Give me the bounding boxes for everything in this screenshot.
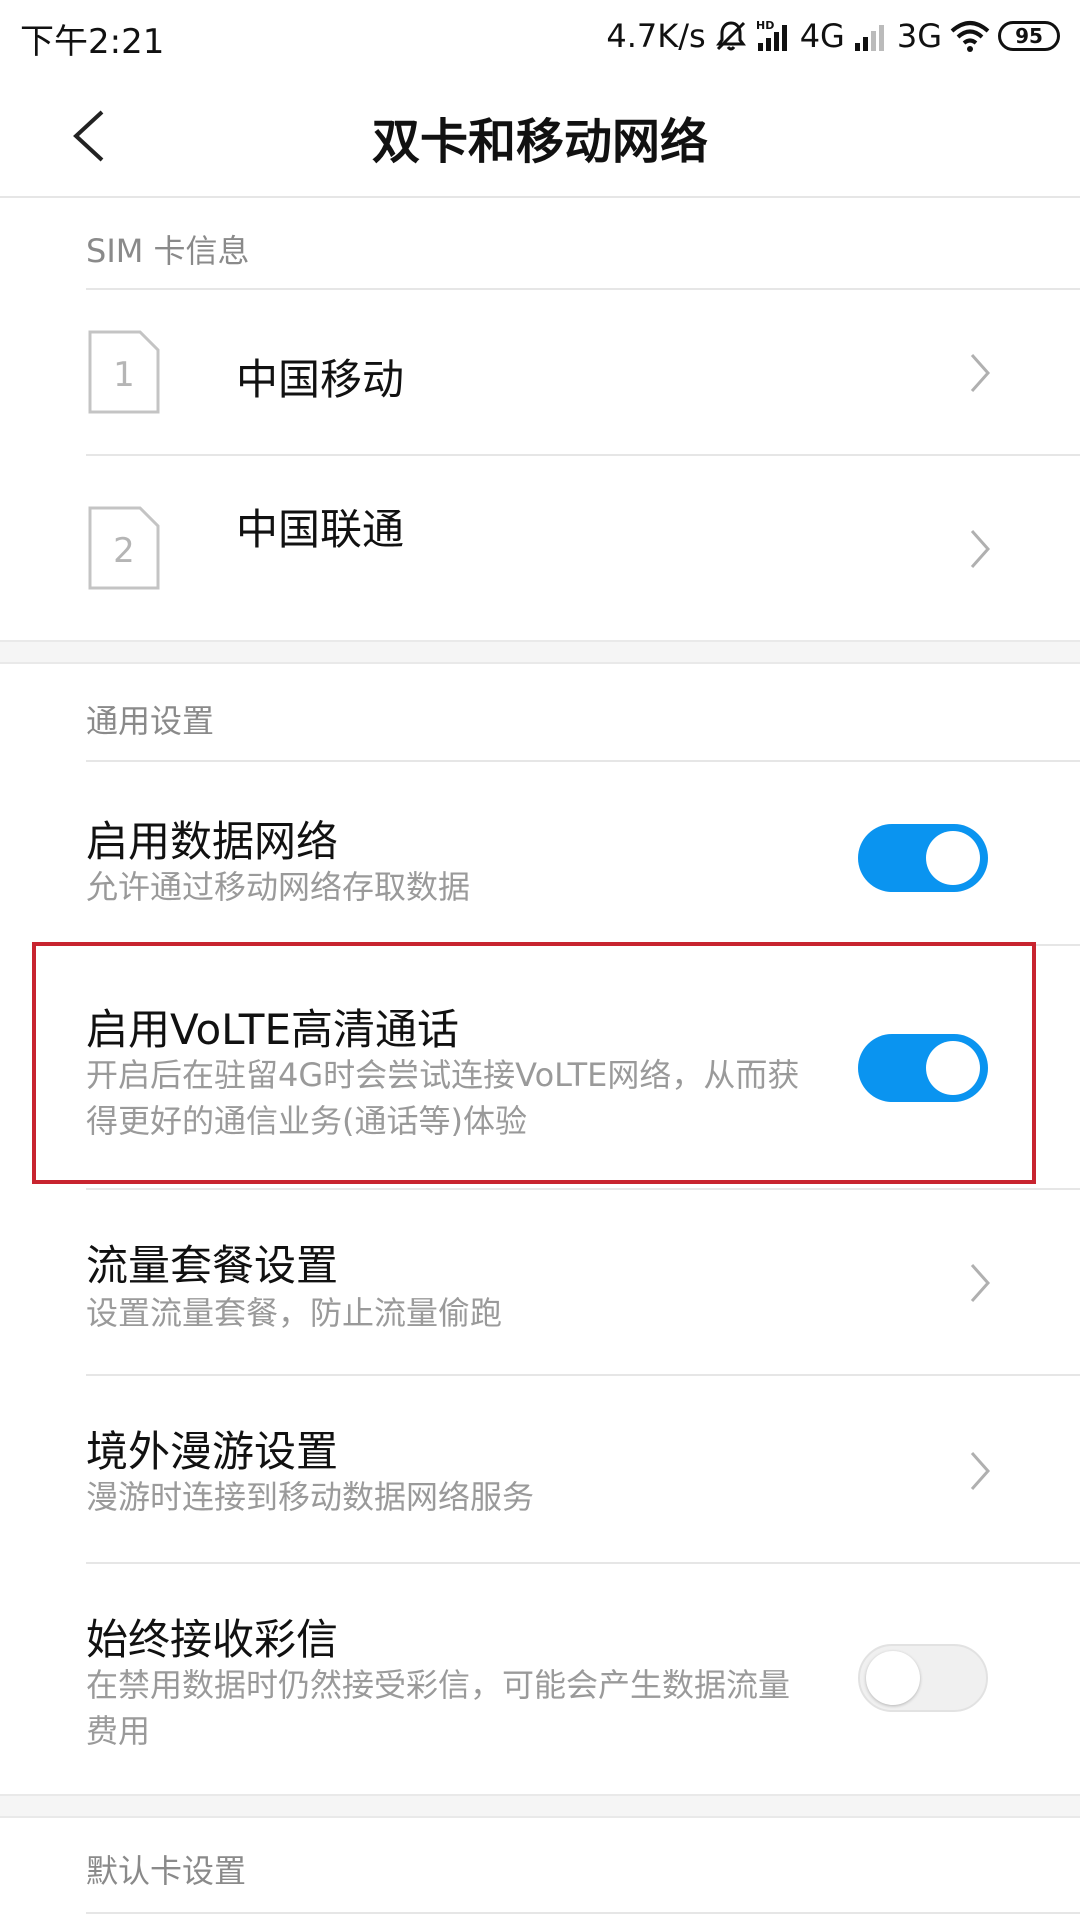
page-title: 双卡和移动网络	[371, 114, 708, 170]
chevron-right-icon	[968, 1450, 992, 1492]
setting-description: 允许通过移动网络存取数据	[86, 868, 471, 906]
status-icons: 4.7K/s HD 4G 3G 95	[606, 12, 1060, 60]
chevron-right-icon	[968, 528, 992, 570]
battery-level: 95	[1015, 24, 1043, 48]
sim-card-icon: 2	[86, 504, 162, 592]
signal-icon	[853, 19, 889, 53]
header: 双卡和移动网络	[0, 72, 1080, 196]
setting-title: 启用数据网络	[86, 817, 339, 866]
data-network-toggle[interactable]	[858, 824, 988, 892]
chevron-right-icon	[968, 1262, 992, 1304]
settings-page: 下午2:21 4.7K/s HD 4G 3G 95 双卡和移动网络 SIM 卡信…	[0, 0, 1080, 1920]
default-section-title: 默认卡设置	[86, 1852, 247, 1890]
setting-title: 始终接收彩信	[86, 1615, 339, 1664]
mms-toggle[interactable]	[858, 1644, 988, 1712]
sim-carrier-name: 中国移动	[236, 355, 405, 404]
svg-text:HD: HD	[756, 19, 774, 32]
hd-signal-icon: HD	[756, 19, 792, 53]
sim-carrier-name: 中国联通	[236, 505, 405, 554]
mute-icon	[714, 19, 748, 53]
status-bar: 下午2:21 4.7K/s HD 4G 3G 95	[0, 0, 1080, 72]
svg-text:1: 1	[113, 355, 135, 395]
setting-title: 境外漫游设置	[86, 1427, 339, 1476]
highlight-annotation-box	[32, 942, 1036, 1184]
section-separator	[0, 640, 1080, 664]
toggle-knob	[926, 831, 980, 885]
setting-enable-data[interactable]: 启用数据网络 允许通过移动网络存取数据	[0, 762, 1080, 944]
general-section-title: 通用设置	[86, 702, 215, 740]
svg-text:2: 2	[113, 531, 135, 571]
setting-description: 设置流量套餐，防止流量偷跑	[86, 1294, 503, 1332]
header-divider	[0, 196, 1080, 198]
sim-section-title: SIM 卡信息	[86, 232, 250, 270]
battery-icon: 95	[998, 21, 1060, 51]
toggle-knob	[866, 1651, 920, 1705]
sim-row-1[interactable]: 1 中国移动	[0, 290, 1080, 454]
setting-roaming[interactable]: 境外漫游设置 漫游时连接到移动数据网络服务	[0, 1376, 1080, 1562]
network-1-label: 4G	[799, 17, 845, 55]
sim-card-icon: 1	[86, 328, 162, 416]
chevron-right-icon	[968, 352, 992, 394]
setting-always-mms[interactable]: 始终接收彩信 在禁用数据时仍然接受彩信，可能会产生数据流量费用	[0, 1564, 1080, 1794]
setting-description: 在禁用数据时仍然接受彩信，可能会产生数据流量费用	[86, 1666, 791, 1750]
status-time: 下午2:21	[20, 22, 165, 62]
setting-data-plan[interactable]: 流量套餐设置 设置流量套餐，防止流量偷跑	[0, 1190, 1080, 1374]
network-2-label: 3G	[896, 17, 942, 55]
wifi-icon	[950, 19, 990, 53]
net-speed: 4.7K/s	[606, 17, 706, 55]
setting-description: 漫游时连接到移动数据网络服务	[86, 1478, 535, 1516]
section-separator	[0, 1794, 1080, 1818]
sim-row-2[interactable]: 2 中国联通	[0, 456, 1080, 640]
divider	[86, 1912, 1080, 1914]
setting-title: 流量套餐设置	[86, 1241, 339, 1290]
